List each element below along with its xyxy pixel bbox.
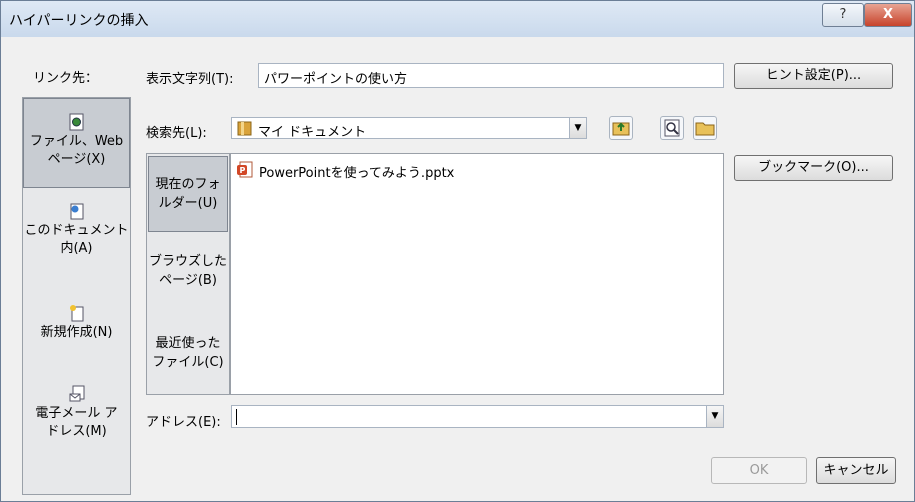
cancel-button[interactable]: キャンセル	[816, 457, 896, 484]
subnav-recent-files[interactable]: 最近使った ファイル(C)	[148, 334, 228, 372]
sidebar-item-label: 内(A)	[60, 241, 93, 256]
subnav-label: ファイル(C)	[152, 355, 224, 370]
sidebar-item-this-document[interactable]: このドキュメント 内(A)	[23, 202, 130, 258]
email-icon	[69, 385, 84, 402]
sidebar-item-file-web[interactable]: ファイル、Web ページ(X)	[23, 98, 130, 188]
look-in-value: マイ ドキュメント	[258, 125, 367, 140]
subnav-label: 最近使った	[155, 336, 221, 351]
chevron-down-icon[interactable]: ▼	[706, 406, 723, 427]
link-to-label: リンク先：	[33, 71, 99, 86]
link-to-sidebar: ファイル、Web ページ(X) このドキュメント 内(A) 新規作成(N) 電子…	[22, 97, 131, 495]
folder-icon	[237, 121, 252, 136]
screentip-button[interactable]: ヒント設定(P)...	[734, 63, 893, 89]
svg-text:P: P	[240, 166, 246, 175]
sidebar-item-email[interactable]: 電子メール ア ドレス(M)	[23, 385, 130, 441]
address-label: アドレス(E):	[146, 415, 221, 430]
close-button[interactable]: X	[864, 3, 912, 27]
ok-button[interactable]: OK	[711, 457, 807, 484]
help-icon: ?	[839, 7, 847, 22]
subnav-label: ブラウズした	[148, 254, 227, 269]
sidebar-item-label: ドレス(M)	[46, 424, 107, 439]
subnav-current-folder[interactable]: 現在のフォ ルダー(U)	[148, 156, 228, 232]
text-cursor	[236, 409, 237, 425]
dialog-title: ハイパーリンクの挿入	[9, 13, 149, 29]
up-folder-button[interactable]	[609, 116, 633, 140]
browse-file-icon	[695, 122, 715, 136]
file-web-icon	[69, 113, 83, 131]
new-document-icon	[69, 305, 83, 322]
up-folder-icon	[612, 122, 630, 136]
sidebar-item-label: 電子メール ア	[35, 406, 118, 421]
subnav-label: 現在のフォ	[155, 177, 221, 192]
sidebar-item-label: ページ(X)	[47, 152, 106, 167]
sidebar-item-label: 新規作成(N)	[40, 325, 113, 340]
help-button[interactable]: ?	[822, 3, 864, 27]
display-text-label: 表示文字列(T):	[146, 72, 234, 87]
pptx-icon: P	[237, 161, 253, 178]
close-icon: X	[882, 7, 894, 22]
sidebar-item-label: ファイル、Web	[29, 134, 124, 149]
display-text-value: パワーポイントの使い方	[264, 72, 408, 87]
subnav-label: ページ(B)	[159, 273, 217, 288]
file-name: PowerPointを使ってみよう.pptx	[259, 166, 455, 181]
title-bar: ハイパーリンクの挿入 ? X	[1, 1, 914, 37]
look-in-label: 検索先(L):	[146, 126, 207, 141]
subnav-label: ルダー(U)	[158, 196, 218, 211]
hyperlink-dialog: ハイパーリンクの挿入 ? X リンク先： ファイル、Web ページ(X) このド…	[0, 0, 915, 502]
sidebar-item-new-document[interactable]: 新規作成(N)	[23, 304, 130, 342]
chevron-down-icon[interactable]: ▼	[569, 118, 586, 138]
browse-file-button[interactable]	[693, 116, 717, 140]
browse-web-icon	[664, 119, 680, 137]
document-icon	[70, 203, 83, 220]
browse-subnav: 現在のフォ ルダー(U) ブラウズした ページ(B) 最近使った ファイル(C)	[146, 153, 230, 395]
file-list[interactable]: P PowerPointを使ってみよう.pptx	[230, 153, 724, 395]
subnav-browsed-pages[interactable]: ブラウズした ページ(B)	[148, 252, 228, 290]
browse-web-button[interactable]	[660, 116, 684, 140]
bookmark-button[interactable]: ブックマーク(O)...	[734, 155, 893, 181]
sidebar-item-label: このドキュメント	[24, 223, 129, 238]
look-in-combo[interactable]: マイ ドキュメント ▼	[231, 117, 587, 140]
display-text-input[interactable]: パワーポイントの使い方	[258, 63, 724, 88]
address-input[interactable]: ▼	[231, 405, 724, 428]
